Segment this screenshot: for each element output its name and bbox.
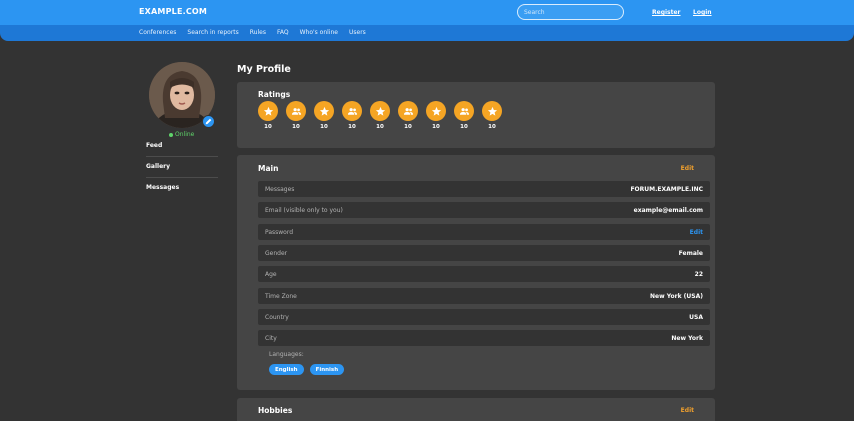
language-chips: English Finnish [269, 364, 345, 375]
field-email: Email (visible only to you) example@emai… [258, 202, 710, 218]
sidebar-item-messages[interactable]: Messages [146, 184, 218, 191]
online-dot-icon [169, 132, 173, 137]
star-icon [314, 101, 334, 121]
nav-item-conferences[interactable]: Conferences [139, 29, 176, 36]
nav-item-search-in-reports[interactable]: Search in reports [187, 29, 238, 36]
online-status: Online [169, 131, 194, 138]
users-icon [342, 101, 362, 121]
star-icon [482, 101, 502, 121]
rating-value: 10 [376, 124, 384, 130]
rating-value: 10 [460, 124, 468, 130]
rating-value: 10 [404, 124, 412, 130]
language-chip-english[interactable]: English [269, 364, 304, 375]
field-label: Messages [265, 185, 295, 193]
nav-item-whos-online[interactable]: Who's online [300, 29, 338, 36]
field-value: Female [678, 249, 703, 257]
rating-value: 10 [488, 124, 496, 130]
star-icon [258, 101, 278, 121]
field-password: Password Edit [258, 224, 710, 240]
rating-value: 10 [292, 124, 300, 130]
field-country: Country USA [258, 309, 710, 325]
rating-badge[interactable]: 10 [482, 101, 502, 130]
nav-item-rules[interactable]: Rules [250, 29, 266, 36]
top-bar [0, 0, 854, 25]
rating-badge[interactable]: 10 [286, 101, 306, 130]
nav-item-faq[interactable]: FAQ [277, 29, 289, 36]
users-icon [454, 101, 474, 121]
users-icon [286, 101, 306, 121]
online-status-label: Online [175, 131, 195, 138]
rating-badge[interactable]: 10 [398, 101, 418, 130]
field-label: City [265, 334, 277, 342]
sidebar-item-gallery[interactable]: Gallery [146, 163, 218, 170]
sidebar-divider [146, 156, 218, 157]
main-edit-button[interactable]: Edit [681, 165, 694, 172]
rating-value: 10 [348, 124, 356, 130]
password-edit-link[interactable]: Edit [690, 229, 703, 236]
field-value: New York [671, 334, 703, 342]
field-label: Password [265, 228, 294, 236]
field-label: Email (visible only to you) [265, 206, 343, 214]
login-link[interactable]: Login [693, 9, 712, 16]
field-label: Country [265, 313, 289, 321]
hobbies-card: Hobbies Edit [237, 398, 715, 421]
rating-value: 10 [320, 124, 328, 130]
pencil-icon [205, 118, 212, 125]
field-label: Time Zone [265, 292, 297, 300]
rating-badge[interactable]: 10 [258, 101, 278, 130]
field-city: City New York [258, 330, 710, 346]
nav-bar [0, 25, 854, 41]
sidebar-item-feed[interactable]: Feed [146, 142, 218, 149]
hobbies-edit-button[interactable]: Edit [681, 407, 694, 414]
main-card: Main Edit Messages FORUM.EXAMPLE.INC Ema… [237, 155, 715, 390]
nav-item-users[interactable]: Users [349, 29, 366, 36]
field-value: USA [689, 313, 703, 321]
field-time-zone: Time Zone New York (USA) [258, 288, 710, 304]
register-link[interactable]: Register [652, 9, 681, 16]
language-chip-finnish[interactable]: Finnish [309, 364, 345, 375]
languages-label: Languages: [269, 351, 304, 358]
users-icon [398, 101, 418, 121]
field-age: Age 22 [258, 266, 710, 282]
rating-badge[interactable]: 10 [454, 101, 474, 130]
rating-badge[interactable]: 10 [314, 101, 334, 130]
search-input[interactable] [517, 4, 624, 20]
sidebar-divider [146, 177, 218, 178]
field-value: New York (USA) [650, 292, 703, 300]
page-title: My Profile [237, 64, 291, 75]
field-messages: Messages FORUM.EXAMPLE.INC [258, 181, 710, 197]
field-value: 22 [694, 270, 703, 278]
rating-badge[interactable]: 10 [426, 101, 446, 130]
main-title: Main [258, 164, 279, 173]
edit-avatar-button[interactable] [202, 115, 215, 128]
main-nav: Conferences Search in reports Rules FAQ … [139, 29, 366, 36]
field-gender: Gender Female [258, 245, 710, 261]
field-value: FORUM.EXAMPLE.INC [630, 185, 703, 193]
field-label: Gender [265, 249, 288, 257]
rating-value: 10 [264, 124, 272, 130]
star-icon [426, 101, 446, 121]
star-icon [370, 101, 390, 121]
ratings-card: Ratings 10 10 10 10 10 10 10 10 10 [237, 82, 715, 148]
rating-badge[interactable]: 10 [370, 101, 390, 130]
rating-badge[interactable]: 10 [342, 101, 362, 130]
ratings-badges: 10 10 10 10 10 10 10 10 10 [258, 101, 502, 130]
field-value: example@email.com [633, 206, 703, 214]
hobbies-title: Hobbies [258, 406, 293, 415]
field-label: Age [265, 270, 277, 278]
ratings-title: Ratings [258, 90, 291, 99]
site-logo[interactable]: EXAMPLE.COM [139, 7, 207, 16]
rating-value: 10 [432, 124, 440, 130]
